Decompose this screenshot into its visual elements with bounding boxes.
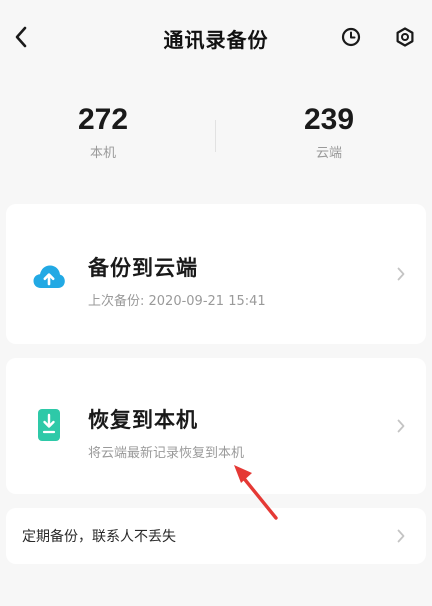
last-backup-time: 上次备份: 2020-09-21 15:41 xyxy=(88,294,266,309)
scheduled-backup-row[interactable]: 定期备份，联系人不丢失 xyxy=(6,508,426,564)
history-button[interactable] xyxy=(338,24,364,50)
restore-card-title: 恢复到本机 xyxy=(88,408,198,432)
restore-card-description: 将云端最新记录恢复到本机 xyxy=(88,446,245,461)
cloud-contacts-stat: 239 云端 xyxy=(254,100,404,161)
scheduled-backup-label: 定期备份，联系人不丢失 xyxy=(22,529,176,545)
local-contacts-stat: 272 本机 xyxy=(28,100,178,161)
settings-button[interactable] xyxy=(392,24,418,50)
annotation-arrow-icon xyxy=(234,465,278,520)
contacts-backup-screen: 通讯录备份 272 本机 239 云端 备份到云端 上次备份: 2020-09-… xyxy=(0,0,432,606)
restore-to-device-card[interactable]: 恢复到本机 将云端最新记录恢复到本机 xyxy=(6,358,426,494)
clock-icon xyxy=(341,27,361,47)
top-bar: 通讯录备份 xyxy=(0,0,432,76)
stats-divider xyxy=(215,120,216,152)
local-contacts-count: 272 xyxy=(77,103,129,136)
chevron-right-icon xyxy=(396,418,406,434)
backup-to-cloud-card[interactable]: 备份到云端 上次备份: 2020-09-21 15:41 xyxy=(6,204,426,344)
chevron-right-icon xyxy=(396,266,406,282)
local-contacts-label: 本机 xyxy=(89,146,116,161)
phone-download-icon xyxy=(32,408,66,442)
cloud-contacts-label: 云端 xyxy=(315,146,342,161)
backup-card-title: 备份到云端 xyxy=(88,256,198,280)
chevron-right-icon xyxy=(396,528,406,544)
cloud-contacts-count: 239 xyxy=(303,103,355,136)
cloud-upload-icon xyxy=(32,260,66,294)
page-title: 通讯录备份 xyxy=(163,28,269,52)
contact-count-summary: 272 本机 239 云端 xyxy=(0,100,432,174)
gear-icon xyxy=(396,27,414,47)
